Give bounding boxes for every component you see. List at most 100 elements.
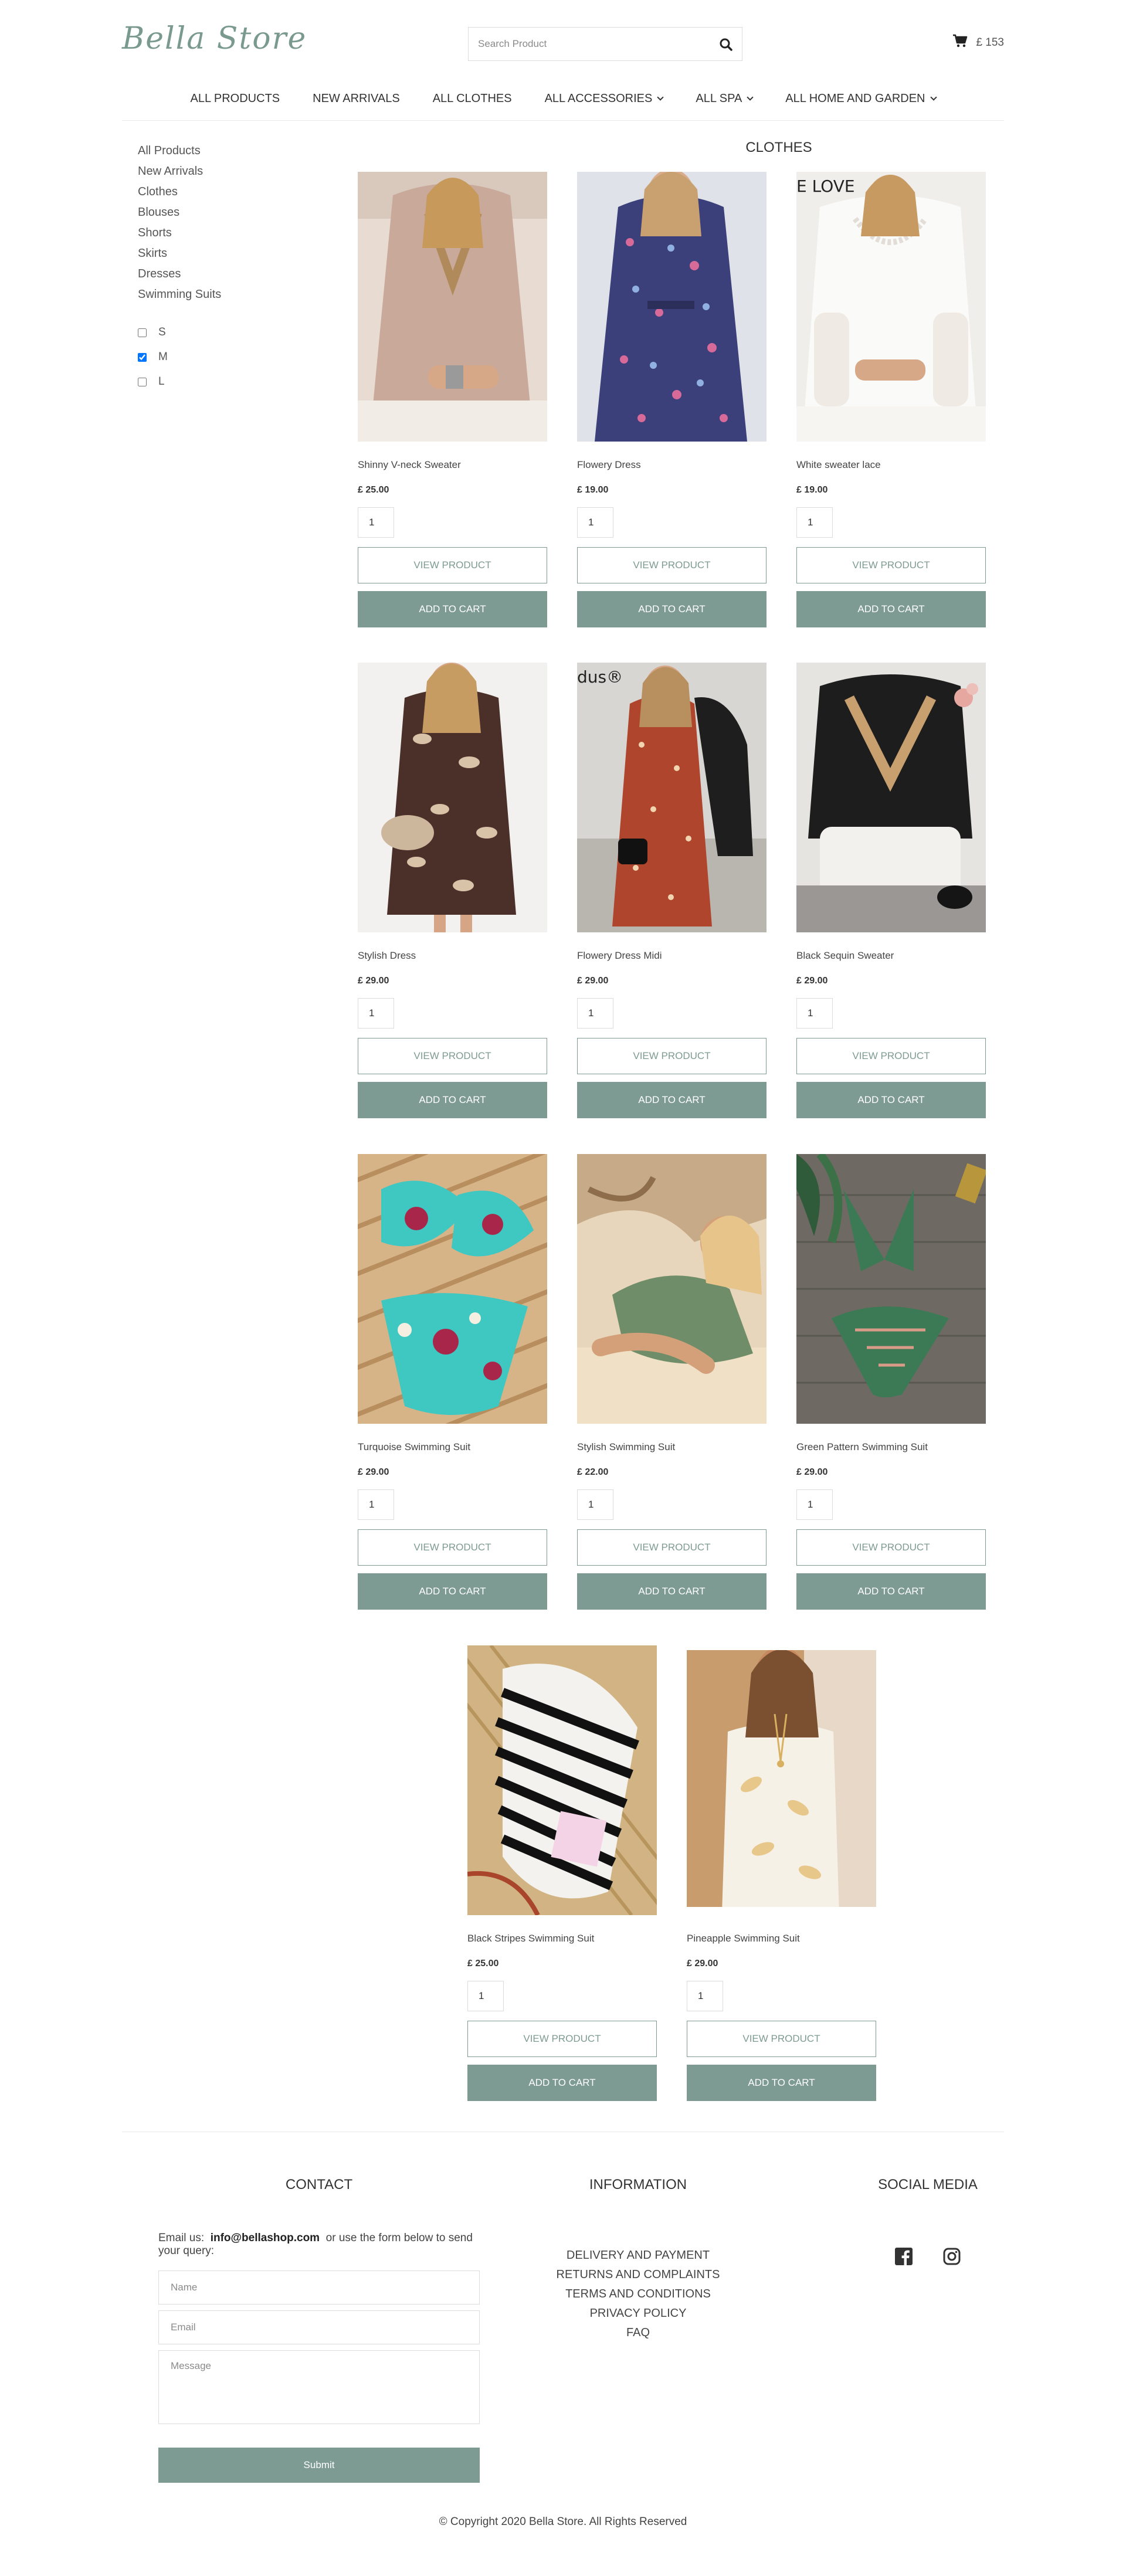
header-divider bbox=[122, 120, 1004, 121]
product-image[interactable] bbox=[796, 1154, 986, 1424]
cart[interactable]: £ 153 bbox=[952, 34, 1004, 52]
view-product-button[interactable]: VIEW PRODUCT bbox=[577, 1038, 767, 1074]
size-checkbox-s[interactable] bbox=[138, 328, 147, 337]
add-to-cart-button[interactable]: ADD TO CART bbox=[358, 1573, 547, 1610]
quantity-input[interactable] bbox=[577, 998, 613, 1029]
link-returns-and-complaints[interactable]: RETURNS AND COMPLAINTS bbox=[521, 2266, 755, 2286]
view-product-button[interactable]: VIEW PRODUCT bbox=[796, 1529, 986, 1566]
add-to-cart-button[interactable]: ADD TO CART bbox=[687, 2065, 876, 2101]
page-title: CLOTHES bbox=[745, 140, 812, 155]
view-product-button[interactable]: VIEW PRODUCT bbox=[796, 1038, 986, 1074]
product-image[interactable] bbox=[577, 1154, 767, 1424]
search-icon[interactable] bbox=[717, 36, 735, 53]
product-name[interactable]: Black Stripes Swimming Suit bbox=[467, 1933, 657, 1947]
quantity-input[interactable] bbox=[467, 1981, 504, 2011]
product-image[interactable]: dus® bbox=[577, 663, 767, 932]
product-name[interactable]: Pineapple Swimming Suit bbox=[687, 1933, 876, 1947]
product-card: Shinny V-neck Sweater £ 25.00 VIEW PRODUCT… bbox=[358, 172, 547, 627]
nav-all-home-and-garden[interactable]: All HOME AND GARDEN bbox=[785, 88, 937, 109]
category-dresses[interactable]: Dresses bbox=[138, 266, 314, 287]
quantity-input[interactable] bbox=[687, 1981, 723, 2011]
add-to-cart-button[interactable]: ADD TO CART bbox=[796, 591, 986, 627]
product-image[interactable]: E LOVE bbox=[796, 172, 986, 442]
view-product-button[interactable]: VIEW PRODUCT bbox=[577, 1529, 767, 1566]
link-faq[interactable]: FAQ bbox=[521, 2324, 755, 2344]
link-privacy-policy[interactable]: PRIVACY POLICY bbox=[521, 2305, 755, 2324]
product-name[interactable]: Stylish Dress bbox=[358, 950, 547, 964]
add-to-cart-button[interactable]: ADD TO CART bbox=[577, 1573, 767, 1610]
product-image[interactable] bbox=[358, 1154, 547, 1424]
contact-email[interactable]: info@bellashop.com bbox=[211, 2232, 320, 2244]
product-name[interactable]: White sweater lace bbox=[796, 459, 986, 473]
product-image[interactable] bbox=[358, 663, 547, 932]
add-to-cart-button[interactable]: ADD TO CART bbox=[577, 1082, 767, 1118]
category-skirts[interactable]: Skirts bbox=[138, 246, 314, 266]
quantity-input[interactable] bbox=[358, 998, 394, 1029]
quantity-input[interactable] bbox=[796, 998, 833, 1029]
contact-email-field[interactable] bbox=[158, 2310, 480, 2344]
category-shorts[interactable]: Shorts bbox=[138, 225, 314, 246]
add-to-cart-button[interactable]: ADD TO CART bbox=[358, 591, 547, 627]
view-product-button[interactable]: VIEW PRODUCT bbox=[358, 547, 547, 583]
quantity-input[interactable] bbox=[577, 1489, 613, 1520]
category-blouses[interactable]: Blouses bbox=[138, 205, 314, 225]
size-option-s[interactable]: S bbox=[138, 320, 314, 345]
product-card: Black Sequin Sweater £ 29.00 VIEW PRODUCT A… bbox=[796, 663, 986, 1118]
link-delivery-and-payment[interactable]: DELIVERY AND PAYMENT bbox=[521, 2247, 755, 2266]
view-product-button[interactable]: VIEW PRODUCT bbox=[358, 1038, 547, 1074]
nav-all-spa[interactable]: All SPA bbox=[696, 88, 754, 109]
product-image[interactable] bbox=[687, 1650, 876, 1907]
size-option-l[interactable]: L bbox=[138, 369, 314, 394]
product-name[interactable]: Shinny V-neck Sweater bbox=[358, 459, 547, 473]
size-option-m[interactable]: M bbox=[138, 345, 314, 369]
view-product-button[interactable]: VIEW PRODUCT bbox=[577, 547, 767, 583]
product-image[interactable] bbox=[467, 1645, 657, 1915]
view-product-button[interactable]: VIEW PRODUCT bbox=[358, 1529, 547, 1566]
search-input[interactable] bbox=[478, 28, 713, 60]
category-all-products[interactable]: All Products bbox=[138, 143, 314, 164]
add-to-cart-button[interactable]: ADD TO CART bbox=[467, 2065, 657, 2101]
nav-all-clothes[interactable]: ALL CLOTHES bbox=[433, 88, 512, 109]
product-image[interactable] bbox=[577, 172, 767, 442]
product-name[interactable]: Turquoise Swimming Suit bbox=[358, 1441, 547, 1455]
facebook-icon[interactable] bbox=[894, 2247, 913, 2266]
nav-all-accessories[interactable]: ALL ACCESSORIES bbox=[545, 88, 664, 109]
product-image[interactable] bbox=[358, 172, 547, 442]
category-clothes[interactable]: Clothes bbox=[138, 184, 314, 205]
product-image[interactable] bbox=[796, 663, 986, 932]
add-to-cart-button[interactable]: ADD TO CART bbox=[796, 1573, 986, 1610]
view-product-button[interactable]: VIEW PRODUCT bbox=[796, 547, 986, 583]
quantity-input[interactable] bbox=[577, 507, 613, 538]
quantity-input[interactable] bbox=[358, 507, 394, 538]
contact-message-field[interactable] bbox=[158, 2350, 480, 2424]
product-name[interactable]: Flowery Dress bbox=[577, 459, 767, 473]
quantity-input[interactable] bbox=[358, 1489, 394, 1520]
nav-new-arrivals[interactable]: NEW ARRIVALS bbox=[313, 88, 400, 109]
product-name[interactable]: Stylish Swimming Suit bbox=[577, 1441, 767, 1455]
category-new-arrivals[interactable]: New Arrivals bbox=[138, 164, 314, 184]
product-name[interactable]: Green Pattern Swimming Suit bbox=[796, 1441, 986, 1455]
size-filter: S M L bbox=[138, 320, 314, 394]
submit-button[interactable]: Submit bbox=[158, 2448, 480, 2483]
link-terms-and-conditions[interactable]: TERMS AND CONDITIONS bbox=[521, 2286, 755, 2305]
add-to-cart-button[interactable]: ADD TO CART bbox=[796, 1082, 986, 1118]
store-logo[interactable]: Bella Store bbox=[122, 21, 307, 56]
information-links: DELIVERY AND PAYMENT RETURNS AND COMPLAI… bbox=[521, 2247, 755, 2344]
category-swimming-suits[interactable]: Swimming Suits bbox=[138, 287, 314, 307]
quantity-input[interactable] bbox=[796, 1489, 833, 1520]
view-product-button[interactable]: VIEW PRODUCT bbox=[687, 2021, 876, 2057]
contact-name-field[interactable] bbox=[158, 2270, 480, 2305]
size-checkbox-l[interactable] bbox=[138, 377, 147, 386]
product-name[interactable]: Flowery Dress Midi bbox=[577, 950, 767, 964]
product-price: £ 29.00 bbox=[687, 1959, 718, 1969]
view-product-button[interactable]: VIEW PRODUCT bbox=[467, 2021, 657, 2057]
cart-icon[interactable] bbox=[952, 34, 968, 52]
cart-total[interactable]: £ 153 bbox=[976, 36, 1004, 49]
size-checkbox-m[interactable] bbox=[138, 352, 147, 362]
add-to-cart-button[interactable]: ADD TO CART bbox=[577, 591, 767, 627]
product-name[interactable]: Black Sequin Sweater bbox=[796, 950, 986, 964]
quantity-input[interactable] bbox=[796, 507, 833, 538]
nav-all-products[interactable]: ALL PRODUCTS bbox=[191, 88, 280, 109]
add-to-cart-button[interactable]: ADD TO CART bbox=[358, 1082, 547, 1118]
instagram-icon[interactable] bbox=[942, 2247, 961, 2266]
